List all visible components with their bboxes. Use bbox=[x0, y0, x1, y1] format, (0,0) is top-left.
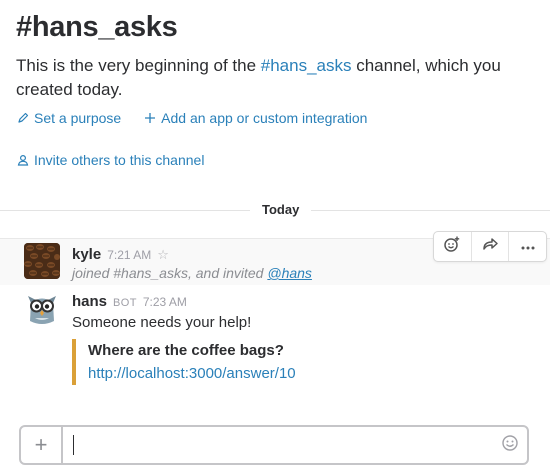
message-author[interactable]: hans bbox=[72, 293, 107, 310]
message-actions-toolbar bbox=[433, 231, 547, 262]
message-header-kyle: kyle 7:21 AM ☆ bbox=[72, 246, 169, 263]
channel-title: #hans_asks bbox=[16, 11, 178, 43]
text-caret bbox=[73, 435, 74, 455]
message-attachment: Where are the coffee bags? http://localh… bbox=[72, 339, 296, 385]
attachment-title: Where are the coffee bags? bbox=[88, 342, 284, 359]
star-icon[interactable]: ☆ bbox=[157, 247, 169, 263]
join-notice: joined #hans_asks, and invited @hans bbox=[72, 265, 312, 281]
channel-intro: #hans_asks This is the very beginning of… bbox=[16, 10, 540, 102]
emoji-button[interactable] bbox=[493, 427, 527, 463]
add-app-label: Add an app or custom integration bbox=[161, 110, 368, 126]
user-mention[interactable]: @hans bbox=[267, 265, 312, 281]
add-reaction-button[interactable] bbox=[434, 232, 472, 261]
message-input[interactable] bbox=[63, 427, 493, 463]
message-author[interactable]: kyle bbox=[72, 246, 101, 263]
pencil-icon bbox=[16, 111, 30, 125]
set-purpose-label: Set a purpose bbox=[34, 110, 122, 126]
share-arrow-icon bbox=[481, 236, 499, 257]
set-purpose-link[interactable]: Set a purpose bbox=[16, 110, 121, 126]
plus-icon bbox=[143, 111, 157, 125]
message-header-hans: hans BOT 7:23 AM bbox=[72, 293, 187, 310]
invite-link[interactable]: Invite others to this channel bbox=[16, 152, 204, 168]
emoji-icon bbox=[501, 434, 519, 457]
message-timestamp[interactable]: 7:23 AM bbox=[143, 295, 187, 309]
channel-link[interactable]: #hans_asks bbox=[261, 56, 352, 75]
message-timestamp[interactable]: 7:21 AM bbox=[107, 248, 151, 262]
person-icon bbox=[16, 153, 30, 167]
plus-icon: + bbox=[34, 432, 48, 457]
share-button[interactable] bbox=[472, 232, 510, 261]
message-composer: + bbox=[19, 425, 529, 465]
channel-intro-text: This is the very beginning of the #hans_… bbox=[16, 56, 501, 99]
avatar[interactable] bbox=[24, 243, 60, 279]
bot-badge: BOT bbox=[113, 297, 137, 309]
message-text: Someone needs your help! bbox=[72, 314, 252, 331]
avatar[interactable] bbox=[24, 291, 60, 327]
invite-row: Invite others to this channel bbox=[16, 152, 204, 168]
add-app-link[interactable]: Add an app or custom integration bbox=[143, 110, 367, 126]
more-actions-button[interactable] bbox=[509, 232, 546, 261]
add-reaction-icon bbox=[443, 235, 461, 258]
composer-plus-button[interactable]: + bbox=[21, 427, 63, 463]
more-icon bbox=[520, 238, 536, 256]
attachment-link[interactable]: http://localhost:3000/answer/10 bbox=[88, 365, 296, 382]
channel-actions: Set a purpose Add an app or custom integ… bbox=[16, 110, 367, 126]
day-divider-label: Today bbox=[250, 202, 312, 217]
invite-label: Invite others to this channel bbox=[34, 152, 205, 168]
